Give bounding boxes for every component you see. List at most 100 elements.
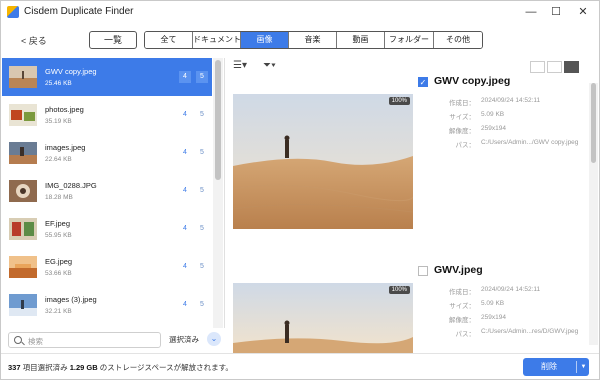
- total-count: 5: [200, 111, 204, 118]
- delete-button[interactable]: 削除 ▼: [523, 358, 589, 376]
- compare-view-icon[interactable]: [547, 61, 562, 73]
- duplicate-count: 4: [183, 111, 187, 118]
- thumbnail-image: [9, 256, 37, 278]
- app-window: Cisdem Duplicate Finder — ☐ ✕ < 戻る 一覧 全て…: [0, 0, 600, 380]
- file-size: 25.46 KB: [45, 80, 72, 87]
- maximize-button[interactable]: ☐: [546, 4, 566, 20]
- app-logo-icon: [7, 6, 19, 18]
- select-checkbox[interactable]: ✓: [418, 77, 428, 87]
- minimize-button[interactable]: —: [521, 4, 541, 20]
- title-bar: Cisdem Duplicate Finder — ☐ ✕: [1, 1, 599, 23]
- meta-label: パス：: [455, 142, 476, 149]
- tab-images[interactable]: 画像: [241, 32, 289, 48]
- selection-filter[interactable]: 選択済み: [169, 334, 199, 345]
- list-button[interactable]: 一覧: [89, 31, 137, 49]
- meta-label: 解像度：: [449, 128, 475, 135]
- file-name: EG.jpeg: [45, 257, 73, 266]
- search-input[interactable]: 検索: [8, 332, 161, 348]
- image-title: GWV copy.jpeg: [434, 75, 511, 87]
- preview-image[interactable]: 100%: [233, 94, 413, 229]
- file-size: 18.28 MB: [45, 194, 73, 201]
- tab-others[interactable]: その他: [434, 32, 482, 48]
- thumbnail-image: [9, 142, 37, 164]
- total-count: 5: [200, 149, 204, 156]
- desert-photo: [233, 94, 413, 229]
- meta-value[interactable]: C:/Users/Admin.../GWV copy.jpeg: [481, 139, 578, 146]
- list-item[interactable]: GWV copy.jpeg 25.46 KB 4 5: [2, 58, 212, 96]
- file-list-scrollbar[interactable]: [213, 58, 223, 328]
- chevron-down-icon[interactable]: ⌄: [207, 332, 221, 346]
- meta-value[interactable]: C:/Users/Admin...res/D/GWV.jpeg: [481, 328, 578, 335]
- sort-icon[interactable]: ☰▾: [233, 60, 247, 71]
- file-name: EF.jpeg: [45, 219, 71, 228]
- status-bar: 337 項目選択済み 1.29 GB のストレージスペースが解放されます。 削除…: [1, 353, 599, 379]
- search-placeholder: 検索: [28, 337, 43, 346]
- desert-photo: [233, 283, 413, 353]
- meta-value: 259x194: [481, 125, 506, 132]
- zoom-badge: 100%: [388, 97, 410, 105]
- tab-folders[interactable]: フォルダー: [385, 32, 434, 48]
- file-size: 32.21 KB: [45, 308, 72, 315]
- meta-value: 5.09 KB: [481, 111, 505, 118]
- list-item[interactable]: photos.jpeg 35.19 KB 4 5: [2, 96, 212, 134]
- grid-view-icon[interactable]: [530, 61, 545, 73]
- file-name: images.jpeg: [45, 143, 86, 152]
- file-size: 53.66 KB: [45, 270, 72, 277]
- duplicate-count: 4: [183, 301, 187, 308]
- tab-music[interactable]: 音楽: [289, 32, 337, 48]
- total-count: 5: [200, 263, 204, 270]
- list-view-icon[interactable]: [564, 61, 579, 73]
- tab-all[interactable]: 全て: [145, 32, 193, 48]
- list-item[interactable]: images (3).jpeg 32.21 KB 4 5: [2, 286, 212, 324]
- tab-videos[interactable]: 動画: [337, 32, 385, 48]
- thumbnail-image: [9, 66, 37, 88]
- meta-label: 作成日：: [449, 100, 475, 107]
- file-size: 35.19 KB: [45, 118, 72, 125]
- preview-scrollbar[interactable]: [589, 83, 598, 345]
- meta-value: 2024/09/24 14:52:11: [481, 286, 541, 293]
- duplicate-count: 4: [183, 149, 187, 156]
- preview-image[interactable]: 100%: [233, 283, 413, 353]
- meta-label: パス：: [455, 331, 476, 338]
- filter-icon[interactable]: ⏷▾: [263, 60, 276, 71]
- total-count: 5: [200, 225, 204, 232]
- thumbnail-image: [9, 180, 37, 202]
- list-item[interactable]: images.jpeg 22.64 KB 4 5: [2, 134, 212, 172]
- selected-count-suffix: 項目選択済み: [20, 363, 70, 372]
- duplicate-count: 4: [183, 225, 187, 232]
- delete-label: 削除: [541, 362, 557, 371]
- meta-label: 解像度：: [449, 317, 475, 324]
- freed-size-suffix: のストレージスペースが解放されます。: [97, 363, 233, 372]
- duplicate-count: 4: [183, 263, 187, 270]
- file-size: 22.64 KB: [45, 156, 72, 163]
- scrollbar-thumb[interactable]: [591, 83, 596, 163]
- close-button[interactable]: ✕: [573, 4, 593, 20]
- category-tabs: 全て ドキュメント 画像 音楽 動画 フォルダー その他: [144, 31, 483, 49]
- back-button[interactable]: < 戻る: [21, 34, 47, 47]
- image-title: GWV.jpeg: [434, 264, 483, 276]
- file-name: images (3).jpeg: [45, 295, 97, 304]
- meta-value: 5.09 KB: [481, 300, 505, 307]
- status-text: 337 項目選択済み 1.29 GB のストレージスペースが解放されます。: [8, 362, 233, 373]
- window-title: Cisdem Duplicate Finder: [24, 6, 134, 17]
- select-checkbox[interactable]: [418, 266, 428, 276]
- list-item[interactable]: EF.jpeg 55.95 KB 4 5: [2, 210, 212, 248]
- list-item[interactable]: EG.jpeg 53.66 KB 4 5: [2, 248, 212, 286]
- list-item[interactable]: IMG_0288.JPG 18.28 MB 4 5: [2, 172, 212, 210]
- meta-label: 作成日：: [449, 289, 475, 296]
- duplicate-count: 4: [179, 71, 191, 83]
- total-count: 5: [196, 71, 208, 83]
- file-size: 55.95 KB: [45, 232, 72, 239]
- selected-count: 337: [8, 363, 21, 372]
- zoom-badge: 100%: [388, 286, 410, 294]
- thumbnail-image: [9, 294, 37, 316]
- scrollbar-thumb[interactable]: [215, 60, 221, 180]
- thumbnail-image: [9, 104, 37, 126]
- search-icon: [14, 336, 22, 344]
- file-list: GWV copy.jpeg 25.46 KB 4 5 photos.jpeg 3…: [2, 58, 225, 328]
- file-name: photos.jpeg: [45, 105, 84, 114]
- thumbnail-image: [9, 218, 37, 240]
- delete-options-icon[interactable]: ▼: [578, 358, 589, 376]
- total-count: 5: [200, 301, 204, 308]
- tab-documents[interactable]: ドキュメント: [193, 32, 241, 48]
